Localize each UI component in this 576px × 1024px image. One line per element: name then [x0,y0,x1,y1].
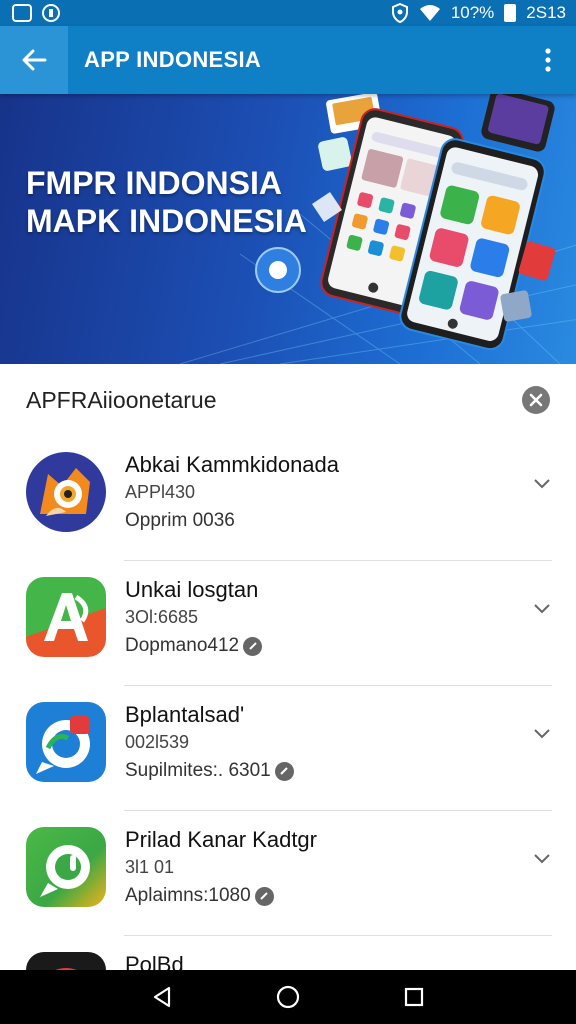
app-bar: APP INDONESIA [0,26,576,94]
notification-icon [12,4,32,22]
promo-banner[interactable]: FMPR INDONSIA MAPK INDONESIA [0,94,576,364]
back-triangle-icon[interactable] [151,985,173,1009]
edit-icon[interactable] [243,636,263,656]
chat-bubble-app-icon [26,702,106,782]
recents-square-icon[interactable] [403,986,425,1008]
app-meta-text: Opprim 0036 [125,510,235,531]
chevron-down-icon[interactable] [532,726,552,740]
page-title: APP INDONESIA [84,47,262,72]
app-list-item[interactable]: Unkai losgtan 3Ol:6685 Dopmano412 [4,561,572,686]
app-meta-text: Aplaimns:1080 [125,885,251,906]
chevron-down-icon[interactable] [532,601,552,615]
clock: 2S13 [526,3,566,22]
sync-icon [42,4,60,22]
back-button[interactable] [0,26,68,94]
green-chat-app-icon [26,827,106,907]
app-code: 002l539 [125,732,190,752]
edit-icon[interactable] [274,761,294,781]
wifi-icon [419,5,440,21]
status-left [12,4,60,22]
app-meta: Aplaimns:1080 [125,885,274,907]
app-meta-text: Dopmano412 [125,635,240,656]
close-icon [529,393,543,407]
sheet-title: APFRAiioonetarue [26,386,217,413]
home-circle-icon[interactable] [275,984,301,1010]
app-list-sheet: APFRAiioonetarue Abkai Kammkidonada APPl… [4,364,572,970]
app-name: Unkai losgtan [125,577,259,602]
app-name: Bplantalsad' [125,702,245,727]
app-list-item[interactable]: Prilad Kanar Kadtgr 3l1 01 Aplaimns:1080 [4,811,572,936]
app-name: PolBd [125,952,184,970]
more-vert-icon [545,48,551,72]
system-nav-bar [0,970,576,1024]
sheet-header: APFRAiioonetarue [4,364,572,436]
chevron-down-icon[interactable] [532,851,552,865]
app-meta: Dopmano412 [125,635,263,657]
edit-icon[interactable] [254,886,274,906]
app-code: 3l1 01 [125,857,175,877]
battery-text: 10?% [450,3,495,22]
app-list-item[interactable]: Abkai Kammkidonada APPl430 Opprim 0036 [4,436,572,561]
status-right: 10?% 2S13 [391,3,566,23]
app-meta: Supilmites:. 6301 [125,760,294,782]
app-list-item[interactable]: Bplantalsad' 002l539 Supilmites:. 6301 [4,686,572,811]
close-button[interactable] [522,386,550,414]
more-options-button[interactable] [520,26,576,94]
app-name: Prilad Kanar Kadtgr [125,827,317,852]
shield-icon [391,3,408,23]
ring-app-icon [26,952,106,970]
letter-a-app-icon [26,577,106,657]
arrow-left-icon [22,49,47,71]
app-meta: Opprim 0036 [125,510,235,532]
battery-icon [504,4,517,22]
fox-app-icon [26,452,106,532]
app-meta-text: Supilmites:. 6301 [125,760,271,781]
phones-illustration [255,94,556,351]
status-bar: 10?% 2S13 [0,0,576,26]
app-code: 3Ol:6685 [125,607,199,627]
app-code: APPl430 [125,482,196,502]
app-list-item[interactable]: PolBd [4,936,572,970]
app-name: Abkai Kammkidonada [125,452,340,477]
chevron-down-icon[interactable] [532,476,552,490]
